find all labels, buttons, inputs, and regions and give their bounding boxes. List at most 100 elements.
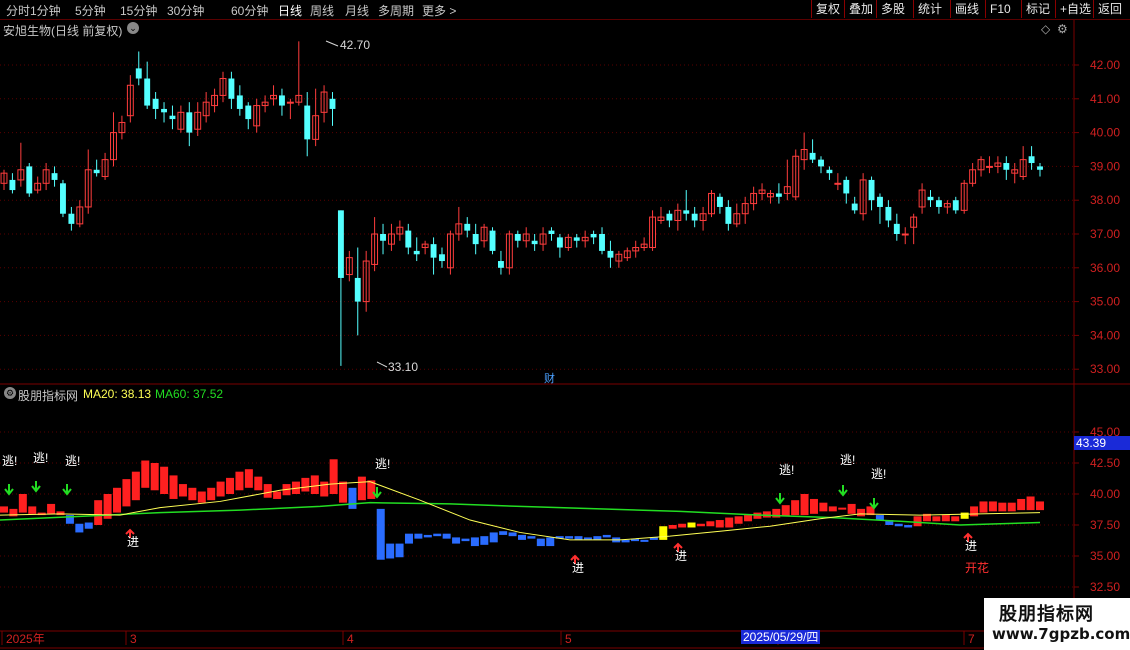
price-tick-label: 37.00 (1090, 227, 1120, 241)
indicator-bar (141, 460, 150, 488)
indicator-tick-label: 32.50 (1090, 580, 1120, 594)
candle-body (26, 166, 33, 194)
price-tick-label: 36.00 (1090, 261, 1120, 275)
indicator-bar (988, 501, 997, 512)
indicator-name: 股朋指标网 (18, 389, 79, 403)
escape-signal: 逃! (375, 457, 391, 471)
escape-signal: 逃! (871, 467, 887, 481)
indicator-bar (470, 537, 479, 547)
enter-signal: 进 (572, 561, 585, 575)
indicator-bar (452, 537, 461, 544)
indicator-bar (546, 537, 555, 547)
indicator-bar (951, 516, 960, 522)
enter-signal: 进 (965, 539, 978, 553)
indicator-bar (461, 538, 470, 542)
candle-body (279, 95, 285, 106)
candle-body (329, 98, 336, 109)
indicator-bar (197, 491, 206, 503)
candle-body (405, 230, 412, 248)
candle-body (843, 179, 850, 194)
indicator-bar (621, 539, 630, 543)
indicator-bar (122, 479, 131, 507)
candle-body (161, 108, 167, 113)
indicator-bar (113, 487, 122, 513)
indicator-bar (762, 511, 771, 518)
indicator-bar (254, 476, 263, 491)
max-pointer (325, 40, 339, 47)
indicator-bar (207, 487, 216, 501)
chevron-down-icon[interactable]: ⌄ (127, 22, 139, 34)
indicator-bar (489, 532, 498, 543)
price-tick-label: 42.00 (1090, 58, 1120, 72)
min-pointer (376, 361, 388, 368)
indicator-bar (913, 516, 922, 527)
candle-body (809, 152, 816, 160)
candle-body (472, 234, 479, 245)
indicator-bar (828, 506, 837, 512)
indicator-bar (320, 481, 329, 497)
indicator-bar (734, 516, 743, 524)
indicator-bar (1007, 502, 1016, 512)
chart-title: 安旭生物(日线 前复权) (3, 24, 123, 38)
indicator-bar (94, 500, 103, 525)
candle-body (464, 223, 471, 231)
price-tick-label: 40.00 (1090, 126, 1120, 140)
indicator-bar (527, 536, 536, 539)
diamond-icon[interactable]: ◇ (1041, 22, 1050, 36)
candle-body (430, 244, 437, 258)
sell-arrow-icon (4, 484, 14, 496)
candle-body (380, 234, 386, 241)
indicator-bar (329, 459, 338, 494)
candle-body (826, 169, 833, 174)
candle-body (304, 105, 311, 140)
price-tick-label: 41.00 (1090, 92, 1120, 106)
current-value-badge: 43.39 (1074, 436, 1130, 450)
candle-body (489, 230, 496, 251)
indicator-bar (226, 477, 235, 494)
date-label: 3 (130, 632, 137, 646)
candle-body (877, 196, 883, 207)
candle-body (531, 240, 538, 245)
indicator-bar (273, 491, 282, 499)
enter-signal: 进 (127, 535, 140, 549)
indicator-bar (339, 481, 348, 503)
finance-marker[interactable]: 财 (544, 370, 555, 386)
candle-body (901, 233, 909, 236)
candle-body (169, 115, 176, 120)
indicator-bar (819, 502, 828, 512)
candle-body (868, 179, 875, 201)
indicator-bar (602, 534, 611, 538)
indicator-bar (357, 476, 366, 501)
indicator-bar (404, 533, 413, 544)
indicator-bar (395, 543, 404, 558)
candle-body (548, 230, 555, 234)
indicator-bar (235, 471, 244, 491)
candle-body (834, 182, 842, 185)
indicator-bar (857, 508, 866, 517)
candle-body (228, 78, 235, 99)
candle-body (851, 203, 858, 211)
indicator-bar (668, 525, 677, 529)
indicator-bar (970, 506, 979, 517)
indicator-bar (932, 516, 941, 522)
candle-body (68, 213, 75, 224)
indicator-bar (75, 523, 84, 533)
settings-icon[interactable]: ⚙ (1057, 22, 1068, 36)
indicator-bar (47, 503, 56, 514)
candle-body (935, 200, 942, 207)
bloom-signal: 开花 (965, 561, 990, 575)
indicator-bar (0, 506, 9, 513)
indicator-settings-icon[interactable]: ⚙ (4, 387, 16, 399)
indicator-bar (875, 515, 884, 521)
indicator-bar (1017, 498, 1026, 511)
sell-arrow-icon (62, 484, 72, 496)
candle-body (337, 210, 344, 278)
indicator-bar (301, 477, 310, 492)
indicator-bar (386, 543, 395, 559)
indicator-bar (781, 505, 790, 517)
indicator-bar (188, 487, 197, 501)
indicator-bar (499, 531, 508, 535)
indicator-bar (574, 536, 583, 540)
date-label: 2025年 (6, 632, 45, 646)
candle-body (725, 206, 732, 224)
